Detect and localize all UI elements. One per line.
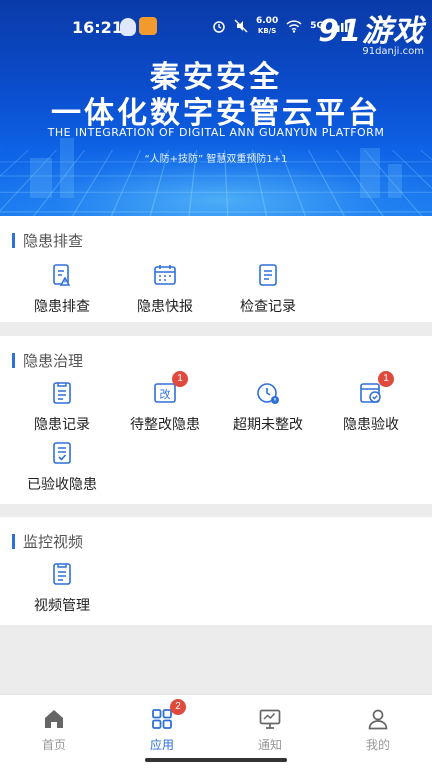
item-pending-rectification[interactable]: 改 1 待整改隐患 bbox=[115, 380, 215, 434]
checklist-icon bbox=[255, 262, 281, 288]
speed-unit: KB/S bbox=[256, 26, 278, 36]
mute-icon bbox=[234, 19, 248, 33]
banner-building-decoration bbox=[60, 138, 74, 198]
tab-notifications[interactable]: 通知 bbox=[216, 707, 324, 753]
section-accent-bar bbox=[12, 534, 15, 549]
section-header: 监控视频 bbox=[12, 531, 83, 552]
bottom-tab-bar: 首页 2 应用 通知 我的 bbox=[0, 694, 432, 768]
item-label: 已验收隐患 bbox=[12, 474, 112, 494]
section-title: 隐患治理 bbox=[23, 350, 83, 371]
section-header: 隐患治理 bbox=[12, 350, 83, 371]
item-label: 隐患快报 bbox=[115, 296, 215, 316]
header-banner: 16:21 6.00 KB/S 5G 91游戏 91danji.com 秦安安全… bbox=[0, 0, 432, 216]
apps-grid-icon: 2 bbox=[150, 707, 174, 731]
section-accent-bar bbox=[12, 233, 15, 248]
home-indicator[interactable] bbox=[145, 758, 287, 762]
banner-subtitle: THE INTEGRATION OF DIGITAL ANN GUANYUN P… bbox=[0, 126, 432, 139]
status-time: 16:21 bbox=[72, 18, 123, 37]
item-hazard-quick-report[interactable]: 隐患快报 bbox=[115, 262, 215, 316]
record-icon bbox=[49, 380, 75, 406]
hazard-check-icon bbox=[49, 262, 75, 288]
network-speed: 6.00 KB/S bbox=[256, 16, 278, 36]
item-inspection-records[interactable]: 检查记录 bbox=[218, 262, 318, 316]
item-hazard-acceptance[interactable]: 1 隐患验收 bbox=[321, 380, 421, 434]
svg-text:改: 改 bbox=[160, 387, 171, 401]
item-label: 超期未整改 bbox=[218, 414, 318, 434]
status-bar: 16:21 6.00 KB/S 5G 91游戏 91danji.com bbox=[0, 0, 432, 56]
tab-label: 通知 bbox=[216, 736, 324, 753]
item-label: 隐患排查 bbox=[12, 296, 112, 316]
item-label: 隐患记录 bbox=[12, 414, 112, 434]
tab-profile[interactable]: 我的 bbox=[324, 707, 432, 753]
app-notification-icon bbox=[139, 17, 157, 35]
home-icon bbox=[42, 707, 66, 731]
qq-notification-icon bbox=[120, 18, 136, 36]
item-label: 隐患验收 bbox=[321, 414, 421, 434]
item-hazard-records[interactable]: 隐患记录 bbox=[12, 380, 112, 434]
section-title: 监控视频 bbox=[23, 531, 83, 552]
calendar-report-icon bbox=[152, 262, 178, 288]
banner-building-decoration bbox=[388, 164, 402, 198]
section-hazard-inspection: 隐患排查 隐患排查 隐患快报 检查记录 bbox=[0, 216, 432, 322]
section-title: 隐患排查 bbox=[23, 230, 83, 251]
notification-badge: 1 bbox=[378, 371, 394, 387]
notification-badge: 2 bbox=[170, 699, 186, 715]
banner-slogan: “人防+技防” 智慧双重预防1+1 bbox=[0, 150, 432, 165]
section-header: 隐患排查 bbox=[12, 230, 83, 251]
tab-apps[interactable]: 2 应用 bbox=[108, 707, 216, 753]
item-accepted-hazards[interactable]: 已验收隐患 bbox=[12, 440, 112, 494]
monitor-icon bbox=[258, 707, 282, 731]
tab-label: 首页 bbox=[0, 736, 108, 753]
item-hazard-inspection[interactable]: 隐患排查 bbox=[12, 262, 112, 316]
item-overdue-unrectified[interactable]: 超期未整改 bbox=[218, 380, 318, 434]
speed-value: 6.00 bbox=[256, 16, 278, 26]
alarm-icon bbox=[212, 19, 226, 33]
video-manage-icon bbox=[49, 561, 75, 587]
tab-label: 应用 bbox=[108, 736, 216, 753]
item-video-management[interactable]: 视频管理 bbox=[12, 561, 112, 615]
rectify-icon: 改 1 bbox=[152, 380, 178, 406]
item-label: 视频管理 bbox=[12, 595, 112, 615]
tab-label: 我的 bbox=[324, 736, 432, 753]
acceptance-icon: 1 bbox=[358, 380, 384, 406]
accepted-icon bbox=[49, 440, 75, 466]
section-surveillance-video: 监控视频 视频管理 bbox=[0, 517, 432, 625]
tab-home[interactable]: 首页 bbox=[0, 707, 108, 753]
notification-badge: 1 bbox=[172, 371, 188, 387]
wifi-icon bbox=[286, 20, 302, 33]
item-label: 检查记录 bbox=[218, 296, 318, 316]
section-hazard-governance: 隐患治理 隐患记录 改 1 待整改隐患 超期未整改 1 隐患验收 已验收隐患 bbox=[0, 336, 432, 504]
user-icon bbox=[366, 707, 390, 731]
item-label: 待整改隐患 bbox=[115, 414, 215, 434]
overdue-clock-icon bbox=[255, 380, 281, 406]
watermark-text: 91游戏 bbox=[318, 6, 424, 50]
watermark-logo: 91游戏 91danji.com bbox=[318, 6, 424, 57]
section-accent-bar bbox=[12, 353, 15, 368]
